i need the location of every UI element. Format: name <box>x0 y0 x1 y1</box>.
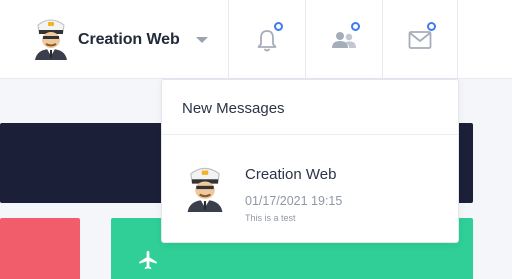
notifications-button[interactable] <box>228 0 304 79</box>
message-item[interactable]: Creation Web 01/17/2021 19:15 This is a … <box>182 160 442 232</box>
message-preview: This is a test <box>245 213 296 223</box>
chevron-down-icon[interactable] <box>195 37 208 43</box>
dropdown-title: New Messages <box>162 80 458 135</box>
user-menu[interactable]: Creation Web <box>34 18 208 62</box>
messages-dropdown: New Messages Creation Web 01/17/2021 19:… <box>161 79 459 243</box>
user-name: Creation Web <box>78 31 180 48</box>
users-dot <box>350 21 360 31</box>
stat-card-red[interactable] <box>0 218 80 279</box>
users-icon <box>331 31 356 48</box>
bell-icon <box>257 29 276 51</box>
messages-dot <box>427 21 436 31</box>
messages-button[interactable] <box>382 0 458 79</box>
mail-icon <box>408 30 432 49</box>
notification-dot <box>273 21 283 31</box>
message-sender: Creation Web <box>245 166 337 183</box>
plane-icon <box>139 250 157 270</box>
users-button[interactable] <box>305 0 381 79</box>
top-navbar: Creation Web <box>0 0 512 79</box>
message-time: 01/17/2021 19:15 <box>245 194 343 208</box>
avatar <box>34 16 68 65</box>
message-avatar <box>184 164 226 217</box>
